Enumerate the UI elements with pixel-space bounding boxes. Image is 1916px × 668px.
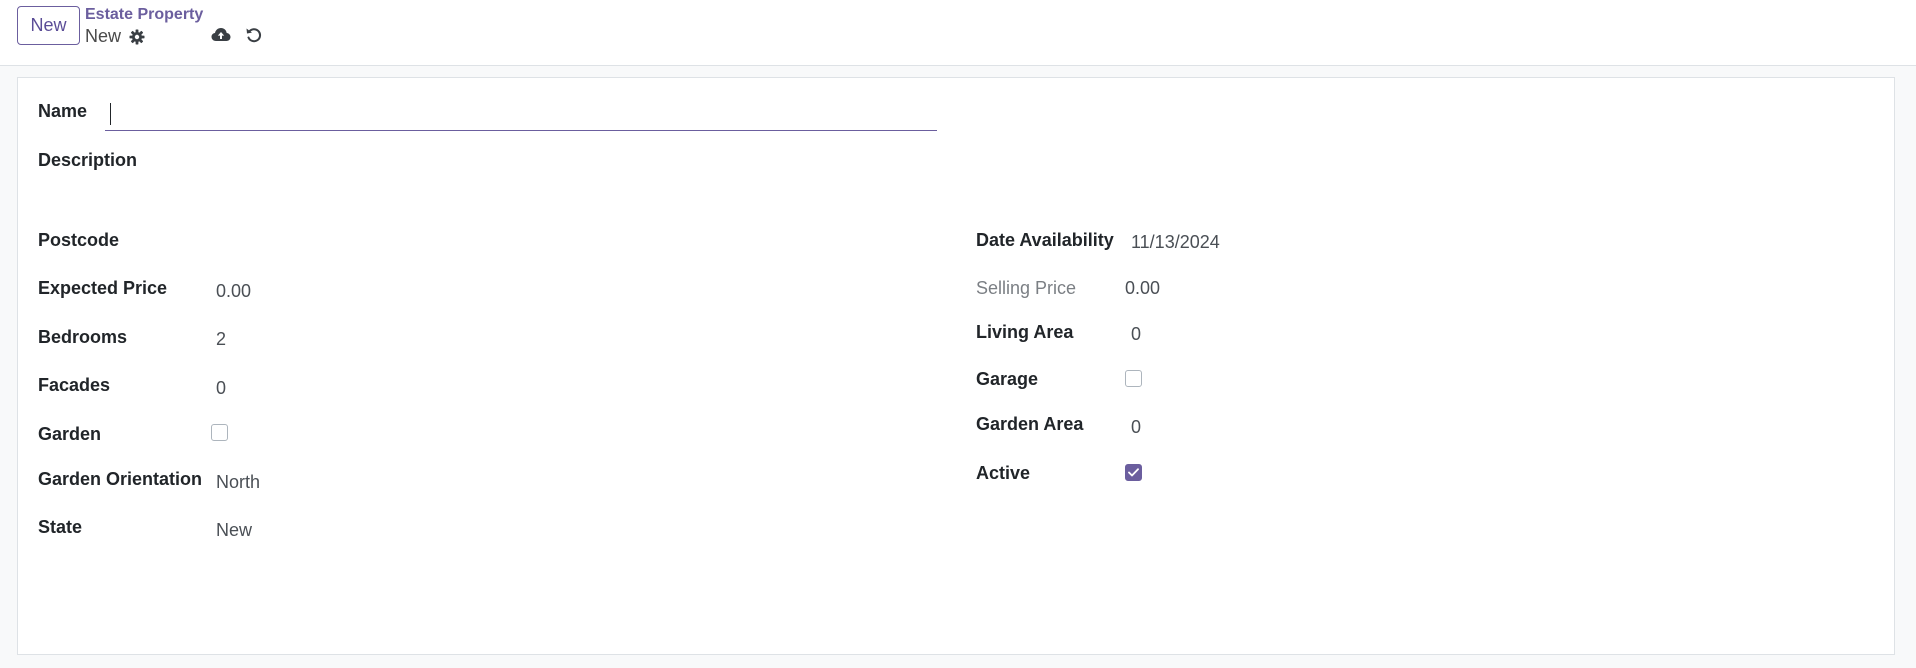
garage-label: Garage (976, 369, 1039, 389)
postcode-label: Postcode (38, 230, 120, 250)
bedrooms-label: Bedrooms (38, 327, 128, 347)
name-label: Name (38, 101, 88, 121)
new-button[interactable]: New (17, 6, 80, 45)
garden-checkbox[interactable] (211, 424, 228, 441)
living-area-field[interactable]: 0 (1131, 324, 1141, 345)
active-checkbox[interactable] (1125, 464, 1142, 481)
selling-price-value: 0.00 (1125, 278, 1161, 298)
expected-price-field[interactable]: 0.00 (216, 281, 251, 302)
garden-area-label: Garden Area (976, 414, 1084, 434)
expected-price-label: Expected Price (38, 278, 168, 298)
state-select[interactable]: New (216, 520, 252, 541)
postcode-field[interactable] (216, 231, 516, 255)
garden-orientation-label: Garden Orientation (38, 469, 203, 489)
living-area-label: Living Area (976, 322, 1074, 342)
date-availability-label: Date Availability (976, 230, 1114, 250)
name-input[interactable] (105, 98, 937, 131)
facades-label: Facades (38, 375, 111, 395)
cloud-upload-icon[interactable] (208, 24, 234, 46)
text-caret (110, 103, 111, 125)
facades-field[interactable]: 0 (216, 378, 226, 399)
check-icon (1128, 468, 1139, 477)
undo-icon[interactable] (243, 24, 265, 46)
gear-icon[interactable] (127, 27, 147, 47)
control-panel: New Estate Property New (0, 0, 1916, 66)
state-label: State (38, 517, 83, 537)
garden-orientation-select[interactable]: North (216, 472, 260, 493)
active-label: Active (976, 463, 1031, 483)
description-field[interactable] (150, 145, 937, 175)
breadcrumb-current-record: New (85, 26, 122, 46)
description-label: Description (38, 150, 138, 170)
garden-area-field[interactable]: 0 (1131, 417, 1141, 438)
bedrooms-field[interactable]: 2 (216, 329, 226, 350)
breadcrumb-estate-property[interactable]: Estate Property (85, 6, 203, 24)
selling-price-label: Selling Price (976, 278, 1077, 298)
garden-label: Garden (38, 424, 102, 444)
garage-checkbox[interactable] (1125, 370, 1142, 387)
date-availability-field[interactable]: 11/13/2024 (1131, 232, 1220, 253)
